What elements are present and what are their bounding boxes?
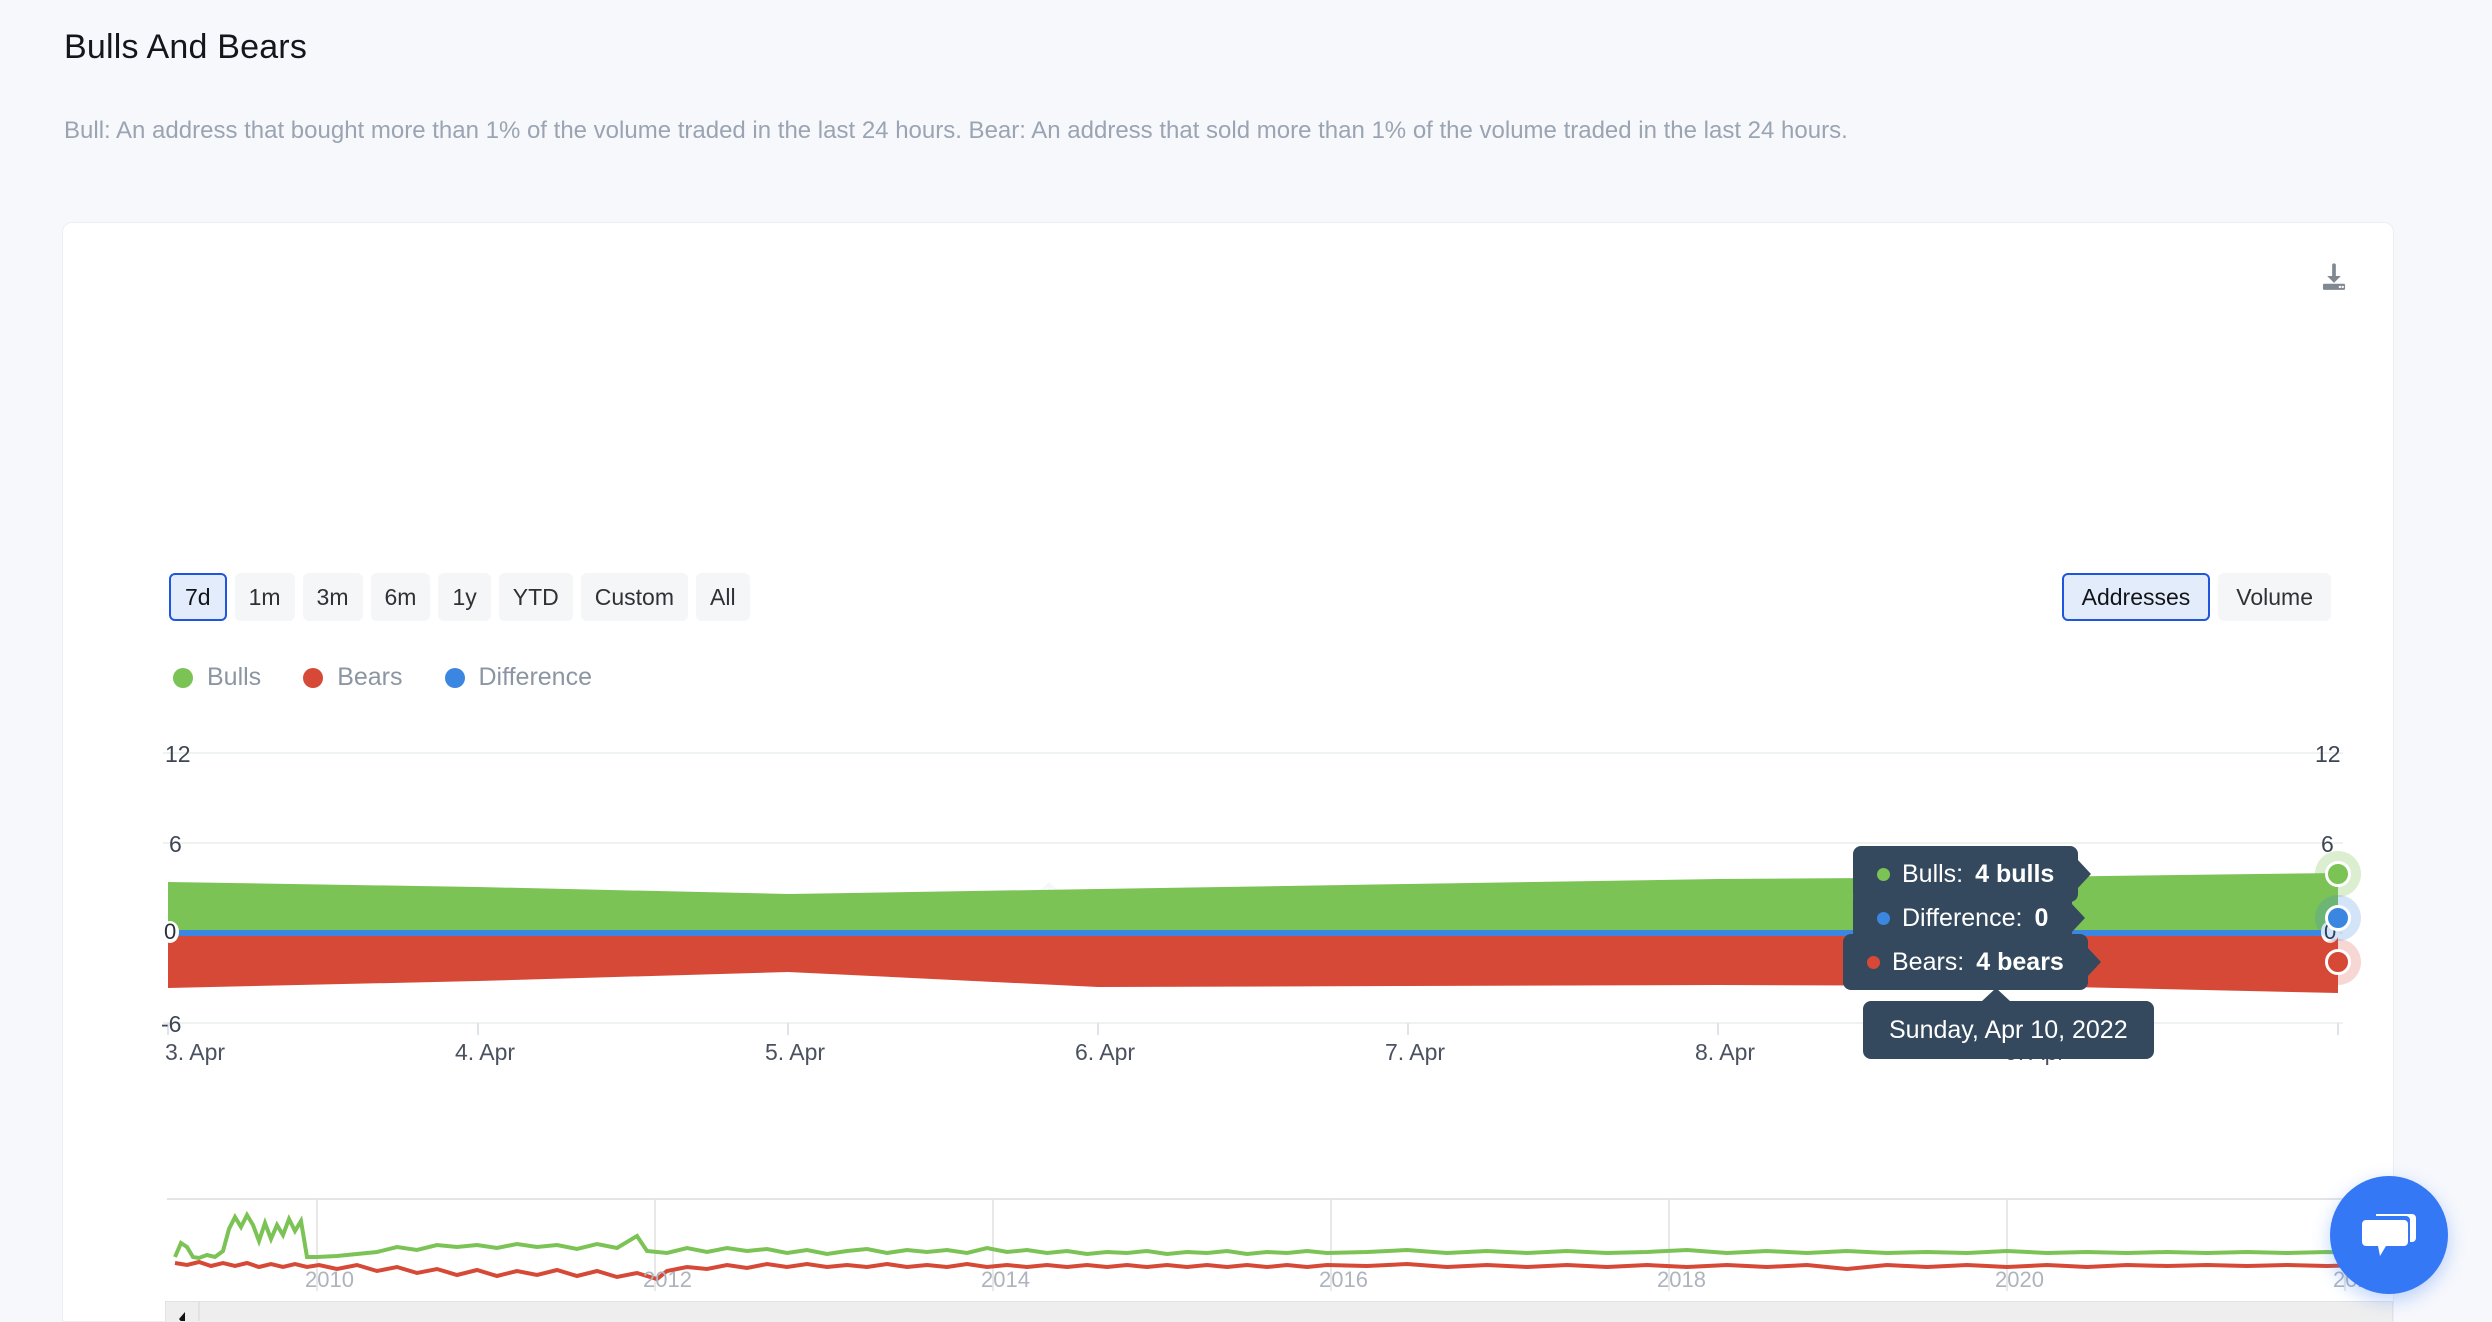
legend-label-bears: Bears — [337, 663, 403, 691]
legend-dot-bears-icon — [303, 667, 324, 688]
x-axis-tick-1: 4. Apr — [455, 1039, 516, 1065]
tooltip-value-difference: 0 — [2034, 903, 2049, 932]
range-selector: 7d 1m 3m 6m 1y YTD Custom All — [169, 573, 750, 621]
range-button-1m[interactable]: 1m — [234, 573, 295, 621]
tooltip-date: Sunday, Apr 10, 2022 — [1863, 988, 2154, 1059]
chevron-left-icon[interactable] — [165, 1301, 199, 1321]
tooltip-dot-bears-icon — [1867, 955, 1880, 969]
range-button-1y[interactable]: 1y — [438, 573, 491, 621]
chart-legend: Bulls Bears Difference — [173, 663, 592, 692]
chart-plot: 12 6 -6 12 6 0 0 3. Apr 4. Apr 5. Apr 6.… — [63, 741, 2393, 1163]
tooltip-value-bears: 4 bears — [1976, 947, 2064, 976]
x-axis-tick-4: 7. Apr — [1385, 1039, 1446, 1065]
unit-button-addresses[interactable]: Addresses — [2061, 573, 2211, 621]
x-axis-tick-2: 5. Apr — [765, 1039, 826, 1065]
chat-bubble-icon[interactable] — [2330, 1176, 2448, 1294]
marker-bulls — [2325, 861, 2351, 887]
unit-toggle: Addresses Volume — [2061, 573, 2331, 621]
download-icon[interactable] — [2311, 255, 2357, 301]
navigator-year-2018: 2018 — [1657, 1267, 1706, 1292]
chart-scrollbar[interactable] — [165, 1301, 2394, 1322]
navigator-year-2016: 2016 — [1319, 1267, 1368, 1292]
tooltip-value-bulls: 4 bulls — [1975, 859, 2055, 888]
navigator-year-2020: 2020 — [1995, 1267, 2044, 1292]
range-button-all[interactable]: All — [696, 573, 750, 621]
tooltip-arrow-bulls — [2077, 859, 2092, 889]
navigator-year-2012: 2012 — [643, 1267, 692, 1292]
tooltip-arrow-difference — [2071, 903, 2086, 933]
range-button-3m[interactable]: 3m — [302, 573, 363, 621]
range-button-7d[interactable]: 7d — [169, 573, 227, 621]
marker-difference — [2325, 905, 2351, 931]
navigator-year-2010: 2010 — [305, 1267, 354, 1292]
x-axis-tick-5: 8. Apr — [1695, 1039, 1756, 1065]
legend-dot-bulls-icon — [173, 667, 193, 688]
page-root: Bulls And Bears Bull: An address that bo… — [0, 0, 2492, 1322]
legend-dot-difference-icon — [444, 667, 465, 688]
tooltip-arrow-bears — [2086, 947, 2101, 977]
tooltip-label-difference: Difference: — [1902, 903, 2023, 932]
range-button-ytd[interactable]: YTD — [498, 573, 573, 621]
legend-item-bears[interactable]: Bears — [303, 663, 403, 692]
legend-item-difference[interactable]: Difference — [444, 663, 593, 692]
tooltip-dot-bulls-icon — [1877, 867, 1890, 881]
tooltip-date-arrow — [1981, 988, 2011, 1002]
chart-card: 7d 1m 3m 6m 1y YTD Custom All Addresses … — [62, 222, 2394, 1322]
tooltip-label-bulls: Bulls: — [1902, 859, 1964, 888]
legend-item-bulls[interactable]: Bulls — [173, 663, 261, 692]
legend-label-bulls: Bulls — [207, 663, 262, 691]
marker-bears — [2325, 949, 2351, 975]
range-button-6m[interactable]: 6m — [370, 573, 431, 621]
navigator-year-2014: 2014 — [981, 1267, 1030, 1292]
y-axis-tick-right-12: 12 — [2315, 741, 2341, 767]
tooltip-label-bears: Bears: — [1892, 947, 1965, 976]
y-axis-tick-left-12: 12 — [165, 741, 191, 767]
tooltip-date-text: Sunday, Apr 10, 2022 — [1889, 1015, 2128, 1044]
page-title: Bulls And Bears — [64, 28, 308, 66]
tooltip-bears: Bears: 4 bears — [1843, 934, 2101, 990]
x-axis-tick-0: 3. Apr — [165, 1039, 226, 1065]
x-axis-tick-3: 6. Apr — [1075, 1039, 1136, 1065]
page-description: Bull: An address that bought more than 1… — [64, 117, 1848, 144]
chart-navigator[interactable]: 2010 2012 2014 2016 2018 2020 2022 — [167, 1195, 2393, 1295]
y-axis-tick-left-minus6: -6 — [161, 1011, 182, 1037]
unit-button-volume[interactable]: Volume — [2218, 573, 2331, 621]
scrollbar-track[interactable] — [199, 1301, 2393, 1321]
legend-label-difference: Difference — [478, 663, 593, 691]
y-axis-tick-left-6: 6 — [169, 831, 182, 857]
tooltip-dot-difference-icon — [1877, 911, 1890, 925]
chevron-right-icon[interactable] — [2393, 1301, 2394, 1322]
range-button-custom[interactable]: Custom — [580, 573, 688, 621]
